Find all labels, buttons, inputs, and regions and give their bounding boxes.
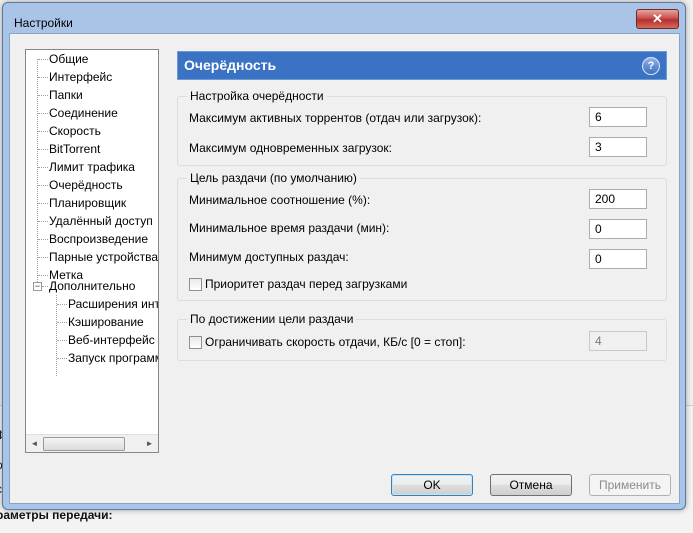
tree-connector xyxy=(38,275,48,276)
tree-item-bittorrent[interactable]: BitTorrent xyxy=(49,141,100,158)
limit-upload-checkbox[interactable] xyxy=(189,336,202,349)
tree-item-caching[interactable]: Кэширование xyxy=(68,314,144,331)
panel-title: Очерёдность xyxy=(184,57,277,73)
tree-item-folders[interactable]: Папки xyxy=(49,87,83,104)
tree-horizontal-scrollbar[interactable]: ◄ ► xyxy=(26,434,158,452)
tree-connector xyxy=(57,322,67,323)
queue-settings-group: Настройка очерёдности Максимум активных … xyxy=(177,89,667,166)
min-seed-time-label: Минимальное время раздачи (мин): xyxy=(189,221,390,235)
ok-button[interactable]: OK xyxy=(391,474,473,496)
tree-item-playback[interactable]: Воспроизведение xyxy=(49,231,148,248)
max-downloads-input[interactable]: 3 xyxy=(589,137,647,157)
tree-connector xyxy=(38,239,48,240)
seeding-goal-group: Цель раздачи (по умолчанию) Минимальное … xyxy=(177,171,667,301)
tree-item-advanced[interactable]: Дополнительно xyxy=(49,278,135,295)
min-seed-time-input[interactable]: 0 xyxy=(589,219,647,239)
tree-item-traffic-limit[interactable]: Лимит трафика xyxy=(49,159,135,176)
max-active-input[interactable]: 6 xyxy=(589,107,647,127)
tree-connector xyxy=(38,59,48,60)
tree-connector xyxy=(38,167,48,168)
scrollbar-thumb[interactable] xyxy=(43,437,125,451)
max-downloads-label: Максимум одновременных загрузок: xyxy=(189,141,393,155)
tree-item-remote-access[interactable]: Удалённый доступ xyxy=(49,213,153,230)
settings-dialog: Настройки ✕ Общие Интерфейс Папки Соедин… xyxy=(2,2,686,510)
tree-item-interface[interactable]: Интерфейс xyxy=(49,69,112,86)
tree-connector xyxy=(38,95,48,96)
collapse-icon[interactable]: − xyxy=(33,282,42,291)
tree-item-general[interactable]: Общие xyxy=(49,51,88,68)
queue-settings-title: Настройка очерёдности xyxy=(187,89,327,103)
apply-button: Применить xyxy=(589,474,671,496)
tree-line-child xyxy=(56,295,57,376)
seed-priority-label[interactable]: Приоритет раздач перед загрузками xyxy=(205,277,407,291)
tree-item-queueing[interactable]: Очерёдность xyxy=(49,177,123,194)
tree-connector xyxy=(38,113,48,114)
background-bold-text: раметры передачи: xyxy=(0,508,113,522)
limit-upload-input: 4 xyxy=(589,331,647,351)
window-title: Настройки xyxy=(14,16,73,30)
min-seeds-input[interactable]: 0 xyxy=(589,249,647,269)
limit-upload-label[interactable]: Ограничивать скорость отдачи, КБ/с [0 = … xyxy=(205,335,466,349)
tree-item-speed[interactable]: Скорость xyxy=(49,123,101,140)
seeding-goal-title: Цель раздачи (по умолчанию) xyxy=(187,171,360,185)
scroll-right-icon[interactable]: ► xyxy=(141,435,158,452)
seed-priority-checkbox[interactable] xyxy=(189,278,202,291)
tree-connector xyxy=(42,286,48,287)
min-ratio-label: Минимальное соотношение (%): xyxy=(189,193,371,207)
dialog-client-area: Общие Интерфейс Папки Соединение Скорост… xyxy=(9,33,680,504)
panel-header: Очерёдность ? xyxy=(177,51,667,80)
tree-item-scheduler[interactable]: Планировщик xyxy=(49,195,126,212)
scroll-left-icon[interactable]: ◄ xyxy=(26,435,43,452)
close-button[interactable]: ✕ xyxy=(636,9,679,29)
title-bar: Настройки ✕ xyxy=(3,3,685,37)
tree-item-web-ui[interactable]: Веб-интерфейс xyxy=(68,332,155,349)
tree-line xyxy=(37,59,38,286)
min-ratio-input[interactable]: 200 xyxy=(589,189,647,209)
tree-connector xyxy=(38,221,48,222)
tree-item-connection[interactable]: Соединение xyxy=(49,105,118,122)
tree-connector xyxy=(38,77,48,78)
goal-reached-group: По достижении цели раздачи Ограничивать … xyxy=(177,312,667,361)
cancel-button[interactable]: Отмена xyxy=(490,474,572,496)
help-icon[interactable]: ? xyxy=(642,57,660,75)
tree-connector xyxy=(38,185,48,186)
goal-reached-title: По достижении цели раздачи xyxy=(187,312,357,326)
tree-connector xyxy=(38,257,48,258)
tree-connector xyxy=(38,203,48,204)
tree-connector xyxy=(57,358,67,359)
tree-connector xyxy=(57,304,67,305)
settings-tree[interactable]: Общие Интерфейс Папки Соединение Скорост… xyxy=(25,49,159,453)
tree-connector xyxy=(38,149,48,150)
tree-item-run-program[interactable]: Запуск программы xyxy=(68,350,158,367)
min-seeds-label: Минимум доступных раздач: xyxy=(189,250,349,264)
tree-connector xyxy=(38,131,48,132)
tree-item-ui-extras[interactable]: Расширения интерфейса xyxy=(68,296,158,313)
tree-connector xyxy=(57,340,67,341)
tree-item-paired-devices[interactable]: Парные устройства xyxy=(49,249,158,266)
close-icon: ✕ xyxy=(652,11,663,26)
max-active-label: Максимум активных торрентов (отдач или з… xyxy=(189,111,482,125)
